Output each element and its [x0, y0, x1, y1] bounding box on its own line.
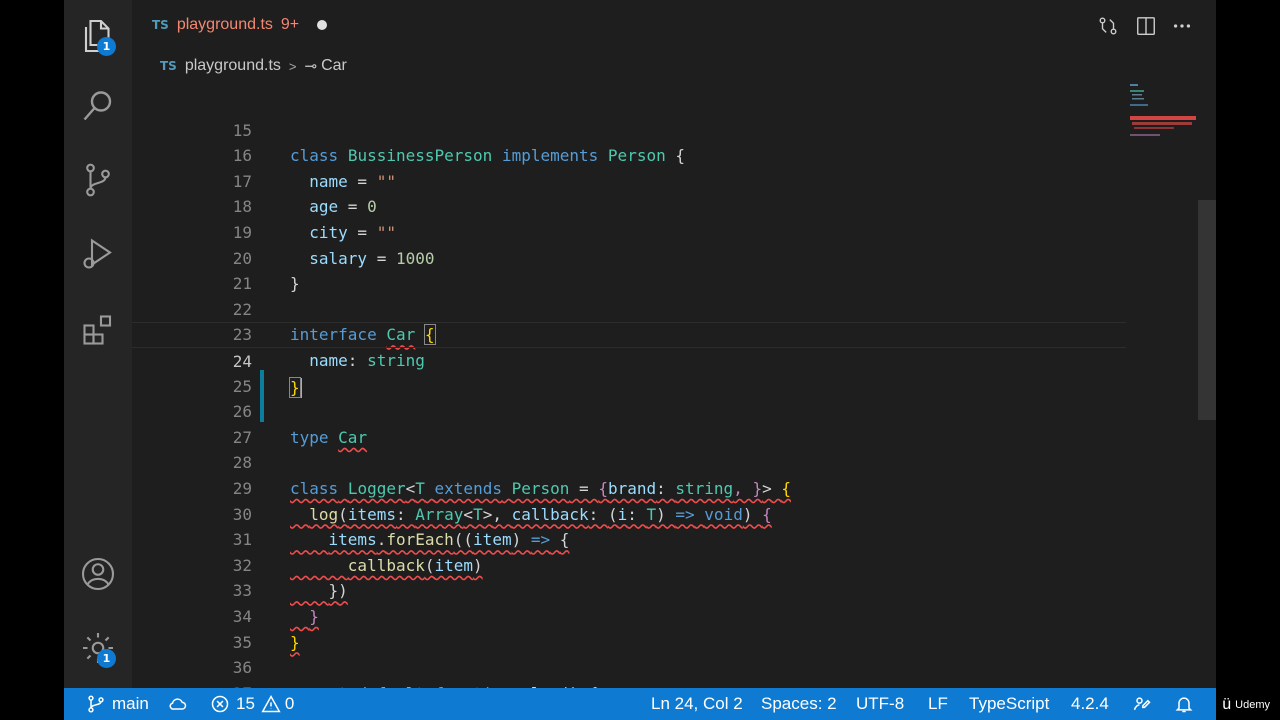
accounts-button[interactable] — [74, 550, 122, 598]
code-line: 29 log(items: Array<T>, callback: (i: T)… — [132, 450, 1126, 524]
activity-bar: 1 1 — [64, 0, 132, 688]
typescript-version[interactable]: 4.2.4 — [1071, 688, 1109, 720]
code-line: 17 age = 0 — [132, 143, 1126, 217]
code-line: 22 interface Car { — [132, 271, 1126, 346]
search-button[interactable] — [74, 82, 122, 130]
error-icon — [211, 695, 229, 713]
breadcrumb-ts-icon: TS — [160, 59, 177, 73]
tab-problems-count: 9+ — [280, 16, 300, 33]
status-bar: main 15 0 Ln 24, Col 2 Spaces: 2 UTF-8 L… — [64, 688, 1216, 720]
code-line: 28 class Logger<T extends Person = {bran… — [132, 425, 1126, 498]
settings-badge: 1 — [97, 649, 116, 668]
warning-count: 0 — [284, 694, 295, 713]
code-line: 35 — [132, 604, 1126, 652]
code-line: 31 callback(item) — [132, 502, 1126, 575]
split-editor-icon — [1137, 17, 1155, 35]
indentation[interactable]: Spaces: 2 — [761, 688, 837, 720]
end-of-line[interactable]: LF — [928, 688, 948, 720]
unsaved-dot-icon[interactable] — [317, 20, 328, 30]
vertical-scrollbar[interactable] — [1198, 200, 1216, 420]
open-changes-button[interactable] — [1094, 12, 1122, 40]
code-line: 26 type Car — [132, 374, 1126, 447]
code-line: 27 — [132, 399, 1126, 447]
code-line: 18 city = "" — [132, 169, 1126, 242]
source-control-button[interactable] — [74, 156, 122, 204]
sync-button[interactable] — [168, 688, 194, 720]
symbol-icon: ⊸ — [304, 58, 318, 75]
feedback-button[interactable] — [1132, 688, 1158, 720]
tab-playground[interactable]: TS playground.ts 9+ — [132, 0, 352, 50]
feedback-icon — [1133, 697, 1151, 711]
code-line: 33 } — [132, 553, 1126, 626]
editor-window: 1 1 TS playground.ts 9+ TS playground.ts… — [64, 0, 1216, 720]
minimap[interactable] — [1128, 80, 1198, 160]
breadcrumb-symbol[interactable]: Car — [321, 57, 347, 75]
code-line: 34 } — [132, 578, 1126, 652]
branch-name: main — [112, 694, 149, 713]
compare-changes-icon — [1099, 17, 1117, 35]
code-line-current: 24 } — [132, 322, 1126, 399]
udemy-watermark: ü Udemy — [1222, 696, 1270, 714]
code-line: 23 name: string — [132, 297, 1126, 370]
code-editor[interactable]: 15 class BussinessPerson implements Pers… — [132, 80, 1126, 703]
tab-title: playground.ts — [176, 16, 273, 33]
code-line: 15 class BussinessPerson implements Pers… — [132, 92, 1126, 166]
explorer-button[interactable]: 1 — [74, 12, 122, 60]
run-debug-button[interactable] — [74, 230, 122, 278]
source-control-icon — [86, 163, 110, 197]
breadcrumb-separator: > — [288, 58, 297, 74]
typescript-file-icon: TS — [152, 18, 169, 32]
notifications-button[interactable] — [1174, 688, 1200, 720]
account-icon — [81, 557, 115, 591]
language-mode[interactable]: TypeScript — [969, 688, 1049, 720]
encoding[interactable]: UTF-8 — [856, 688, 904, 720]
branch-indicator[interactable]: main — [86, 688, 149, 720]
code-line: 37 — [132, 655, 1126, 703]
cursor-position[interactable]: Ln 24, Col 2 — [651, 688, 743, 720]
warning-icon — [261, 694, 281, 713]
code-line: 20 } — [132, 220, 1126, 294]
branch-icon — [88, 695, 104, 713]
udemy-logo-icon: ü — [1222, 696, 1232, 713]
problems-indicator[interactable]: 15 0 — [210, 688, 294, 720]
code-line: 21 — [132, 246, 1126, 293]
explorer-badge: 1 — [97, 37, 116, 56]
tab-bar: TS playground.ts 9+ — [132, 0, 1216, 50]
manage-button[interactable]: 1 — [74, 624, 122, 672]
bell-icon — [1175, 697, 1193, 713]
code-line: 25 — [132, 348, 1126, 396]
search-icon — [83, 91, 112, 121]
code-line: 36 export default function play() { — [132, 630, 1126, 703]
code-line: 30 items.forEach((item) => { — [132, 476, 1126, 550]
error-count: 15 — [236, 694, 255, 713]
extensions-button[interactable] — [74, 306, 122, 354]
run-debug-icon — [83, 238, 112, 269]
code-line: 16 name = "" — [132, 118, 1126, 191]
code-line: 32 }) — [132, 527, 1126, 601]
sync-icon — [169, 698, 187, 710]
split-editor-button[interactable] — [1132, 12, 1160, 40]
breadcrumb-file[interactable]: playground.ts — [185, 57, 281, 75]
extensions-icon — [83, 315, 112, 345]
more-actions-icon — [1173, 24, 1191, 28]
breadcrumb: TS playground.ts > ⊸ Car — [132, 52, 1216, 80]
code-line: 19 salary = 1000 — [132, 194, 1126, 268]
more-actions-button[interactable] — [1168, 12, 1196, 40]
watermark-text: Udemy — [1235, 699, 1270, 711]
